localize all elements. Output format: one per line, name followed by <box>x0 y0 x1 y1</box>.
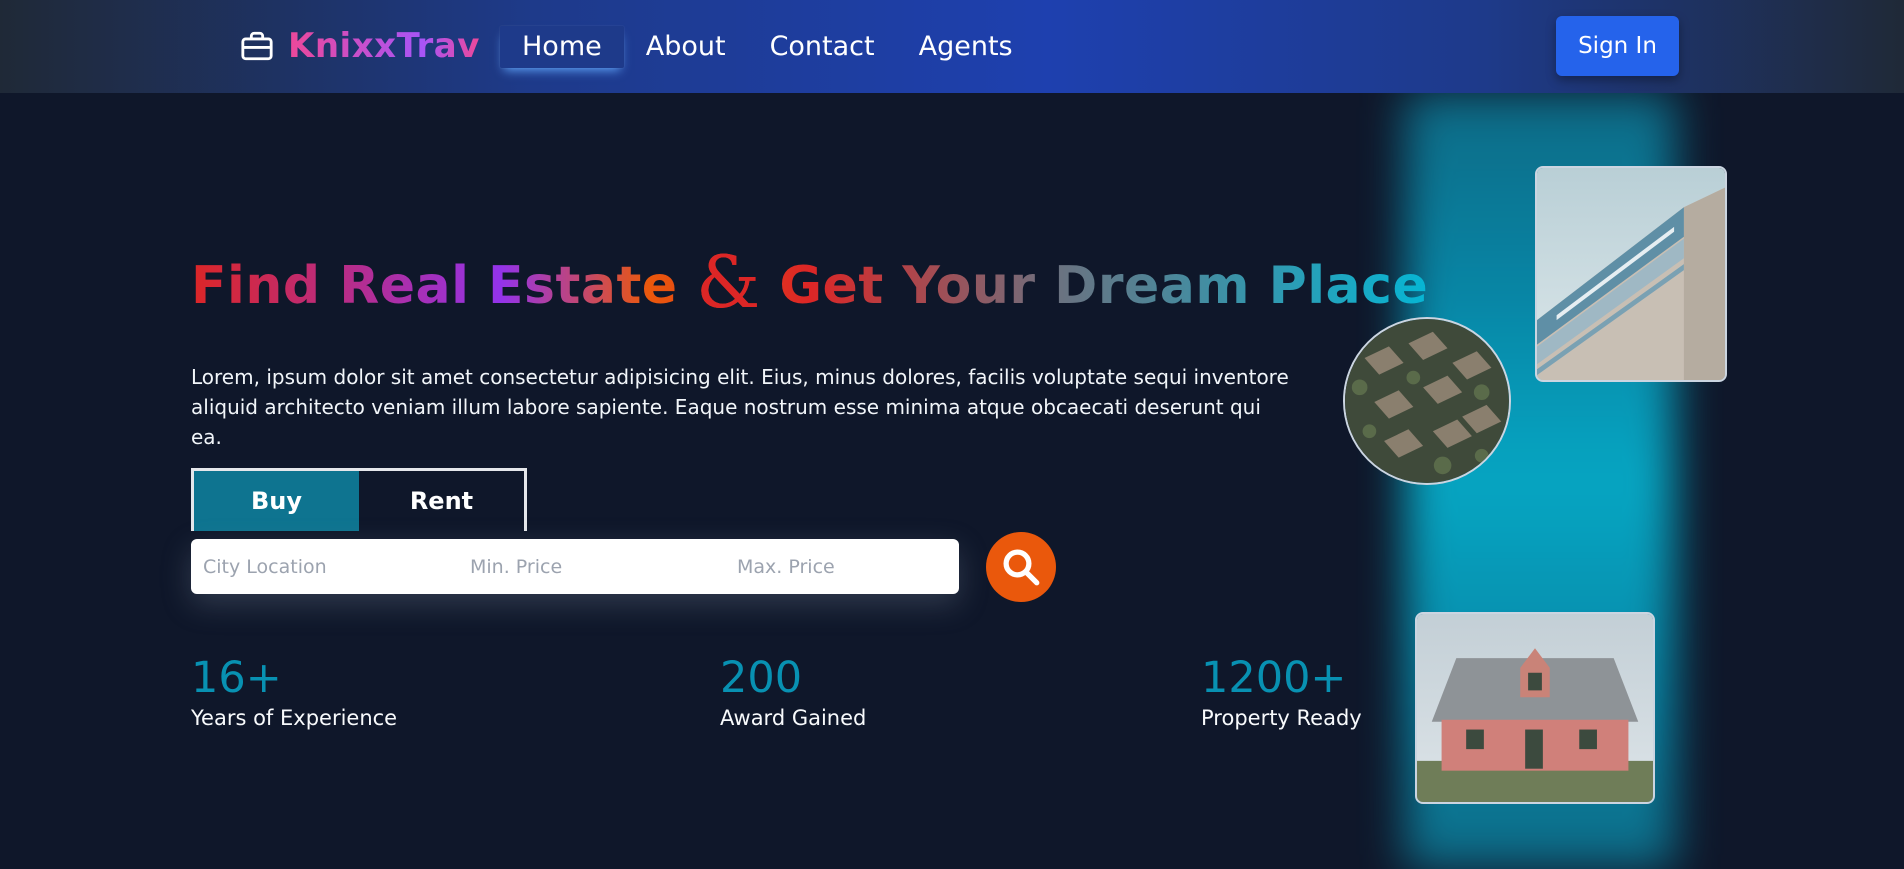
stat-awards: 200 Award Gained <box>720 652 866 730</box>
navbar: KnixxTrav Home About Contact Agents Sign… <box>0 0 1904 93</box>
house-image <box>1415 612 1655 804</box>
stat-value: 200 <box>720 653 803 703</box>
tab-buy[interactable]: Buy <box>194 471 359 531</box>
nav-link-agents[interactable]: Agents <box>897 26 1035 68</box>
search-icon <box>1003 549 1040 586</box>
brand-name[interactable]: KnixxTrav <box>288 26 480 66</box>
min-price-input[interactable] <box>458 539 725 594</box>
stat-value: 16+ <box>191 653 282 703</box>
nav-link-about[interactable]: About <box>624 26 748 68</box>
stat-label: Property Ready <box>1201 706 1362 730</box>
stat-properties: 1200+ Property Ready <box>1201 652 1362 730</box>
nav-links: Home About Contact Agents <box>500 26 1035 68</box>
hero-title-part1: Find Real Estate <box>191 256 697 316</box>
buy-rent-tabs: Buy Rent <box>191 468 527 531</box>
nav-link-home[interactable]: Home <box>500 26 624 68</box>
stat-label: Years of Experience <box>191 706 398 730</box>
city-location-input[interactable] <box>191 539 458 594</box>
stat-value: 1200+ <box>1201 653 1347 703</box>
hero-title-ampersand: & <box>696 240 761 324</box>
houses-image <box>1343 317 1511 485</box>
building-image <box>1535 166 1727 382</box>
stat-experience: 16+ Years of Experience <box>191 652 397 730</box>
brand[interactable]: KnixxTrav <box>240 26 480 66</box>
hero-title-part2: Get Your Dream Place <box>760 256 1429 316</box>
stat-label: Award Gained <box>720 706 867 730</box>
nav-link-contact[interactable]: Contact <box>748 26 897 68</box>
hero-title: Find Real Estate & Get Your Dream Place <box>191 240 1428 324</box>
briefcase-icon <box>241 31 273 61</box>
search-button[interactable] <box>986 532 1056 602</box>
tab-rent[interactable]: Rent <box>359 471 524 531</box>
search-form <box>191 539 992 594</box>
sign-in-button[interactable]: Sign In <box>1556 16 1679 76</box>
max-price-input[interactable] <box>725 539 992 594</box>
hero-description: Lorem, ipsum dolor sit amet consectetur … <box>191 365 1289 449</box>
